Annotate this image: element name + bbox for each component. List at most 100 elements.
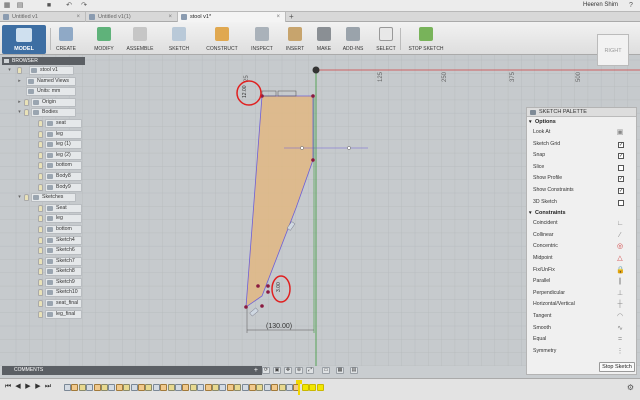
palette-option[interactable]: Slice [527, 162, 636, 174]
option-checkbox[interactable] [618, 199, 624, 206]
browser-node-sketch[interactable]: leg_final [2, 309, 85, 320]
timeline-feature[interactable] [78, 384, 86, 391]
expand-arrow-icon[interactable]: ▸ [17, 97, 22, 108]
grid-settings-icon[interactable]: ▦ [336, 367, 344, 374]
visibility-bulb-icon[interactable] [38, 151, 43, 159]
user-name[interactable]: Heeren Shim [583, 2, 618, 8]
browser-node-body[interactable]: Body8 [2, 171, 85, 182]
visibility-bulb-icon[interactable] [38, 257, 43, 265]
visibility-bulb-icon[interactable] [38, 141, 43, 149]
sketch-point[interactable] [311, 94, 315, 98]
collinear-icon[interactable]: ⁄ [616, 232, 624, 240]
visibility-bulb-icon[interactable] [38, 204, 43, 212]
palette-title-bar[interactable]: SKETCH PALETTE [527, 108, 636, 117]
midpoint-icon[interactable]: △ [616, 255, 624, 263]
timeline-feature[interactable] [234, 384, 242, 391]
browser-node-sketch[interactable]: leg [2, 213, 85, 224]
timeline-feature[interactable] [226, 384, 234, 391]
zoom-icon[interactable]: ⊕ [295, 367, 303, 374]
browser-node-sketch[interactable]: Sketch10 [2, 287, 85, 298]
timeline-feature[interactable] [115, 384, 123, 391]
tab-stool-v1[interactable]: stool v1* × [178, 12, 286, 22]
constraint-equal[interactable]: Equal = [527, 334, 636, 346]
save-icon[interactable]: ■ [45, 2, 53, 10]
timeline-suppressed-feature[interactable] [316, 384, 324, 391]
visibility-bulb-icon[interactable] [38, 300, 43, 308]
browser-node-sketch[interactable]: Sketch8 [2, 266, 85, 277]
add-ins-menu[interactable]: ADD-INS [343, 25, 363, 54]
browser-node-sketch[interactable]: Seat [2, 203, 85, 214]
equal-icon[interactable]: = [616, 336, 624, 344]
constraint-fix-unfix[interactable]: Fix/UnFix 🔒 [527, 265, 636, 277]
browser-node-named-views[interactable]: ▸ Named Views [2, 76, 85, 87]
visibility-bulb-icon[interactable] [38, 172, 43, 180]
timeline-sketch-feature[interactable] [130, 384, 138, 391]
go-to-end-icon[interactable]: ⏭ [44, 383, 52, 391]
constraint-concentric[interactable]: Concentric ◎ [527, 241, 636, 253]
timeline-feature[interactable] [101, 384, 108, 391]
browser-node-body[interactable]: leg [2, 129, 85, 140]
tab-untitled-v1[interactable]: Untitled v1 × [0, 12, 86, 22]
play-icon[interactable]: ▶ [24, 383, 32, 391]
browser-node-bodies[interactable]: ▾ Bodies [2, 107, 85, 118]
constraint-smooth[interactable]: Smooth ∿ [527, 323, 636, 335]
option-checkbox[interactable]: ✓ [618, 187, 624, 194]
option-checkbox[interactable]: ✓ [618, 141, 624, 148]
visibility-bulb-icon[interactable] [38, 215, 43, 223]
constraint-tangent[interactable]: Tangent ◠ [527, 311, 636, 323]
redo-icon[interactable]: ↷ [80, 2, 88, 10]
fit-icon[interactable]: ⤢ [306, 367, 314, 374]
palette-option[interactable]: Snap ✓ [527, 150, 636, 162]
new-tab-icon[interactable]: + [289, 12, 294, 22]
sketch-menu[interactable]: SKETCH [168, 25, 190, 54]
lock-icon[interactable]: 🔒 [616, 267, 625, 275]
browser-node-sketch[interactable]: bottom [2, 224, 85, 235]
browser-node-units[interactable]: Units: mm [2, 86, 85, 97]
sketch-point[interactable] [256, 284, 260, 288]
browser-node-body[interactable]: leg (2) [2, 150, 85, 161]
undo-icon[interactable]: ↶ [65, 2, 73, 10]
constraint-collinear[interactable]: Collinear ⁄ [527, 230, 636, 242]
browser-node-sketches[interactable]: ▾ Sketches [2, 192, 85, 203]
app-menu-icon[interactable]: ▦ [3, 2, 11, 10]
comments-panel[interactable]: COMMENTS + [2, 366, 262, 375]
constraint-coincident[interactable]: Coincident ∟ [527, 218, 636, 230]
gear-icon[interactable]: ⚙ [627, 383, 634, 392]
dimension-label[interactable]: (130.00) [266, 323, 292, 330]
parallel-constraint-icon[interactable] [249, 307, 259, 317]
palette-option[interactable]: Look At ▣ [527, 127, 636, 139]
option-checkbox[interactable] [618, 164, 624, 171]
timeline-feature[interactable] [145, 384, 153, 391]
display-settings-icon[interactable]: ▭ [322, 367, 330, 374]
close-icon[interactable]: × [168, 12, 172, 22]
dimension-box[interactable] [277, 90, 297, 97]
modify-menu[interactable]: MODIFY [92, 25, 116, 54]
constraint-symmetry[interactable]: Symmetry ⋮ [527, 346, 636, 358]
constraint-parallel[interactable]: Parallel ∥ [527, 276, 636, 288]
stop-sketch-button[interactable]: Stop Sketch [599, 362, 635, 372]
concentric-icon[interactable]: ◎ [616, 243, 624, 251]
select-menu[interactable]: SELECT [376, 25, 396, 54]
expand-arrow-icon[interactable]: ▸ [17, 76, 22, 87]
orbit-icon[interactable]: ⟳ [262, 367, 270, 374]
visibility-bulb-icon[interactable] [38, 183, 43, 191]
browser-node-sketch[interactable]: Sketch9 [2, 277, 85, 288]
perpendicular-icon[interactable]: ⊥ [616, 290, 624, 298]
timeline-feature[interactable] [212, 384, 219, 391]
option-checkbox[interactable]: ✓ [618, 176, 624, 183]
timeline-feature[interactable] [204, 384, 212, 391]
browser-header[interactable]: BROWSER [2, 57, 85, 65]
timeline-feature[interactable] [160, 384, 168, 391]
view-cube[interactable]: RIGHT [597, 34, 629, 66]
visibility-bulb-icon[interactable] [38, 247, 43, 255]
visibility-bulb-icon[interactable] [24, 194, 29, 202]
browser-node-sketch[interactable]: Sketch4 [2, 235, 85, 246]
timeline-feature[interactable] [93, 384, 101, 391]
construct-menu[interactable]: CONSTRUCT [206, 25, 238, 54]
step-back-icon[interactable]: ◀ [14, 383, 22, 391]
create-menu[interactable]: CREATE [54, 25, 78, 54]
timeline-feature[interactable] [182, 384, 190, 391]
timeline-feature[interactable] [271, 384, 279, 391]
small-dimension[interactable]: 12.00 [242, 85, 248, 98]
dimension-box[interactable] [261, 90, 277, 97]
